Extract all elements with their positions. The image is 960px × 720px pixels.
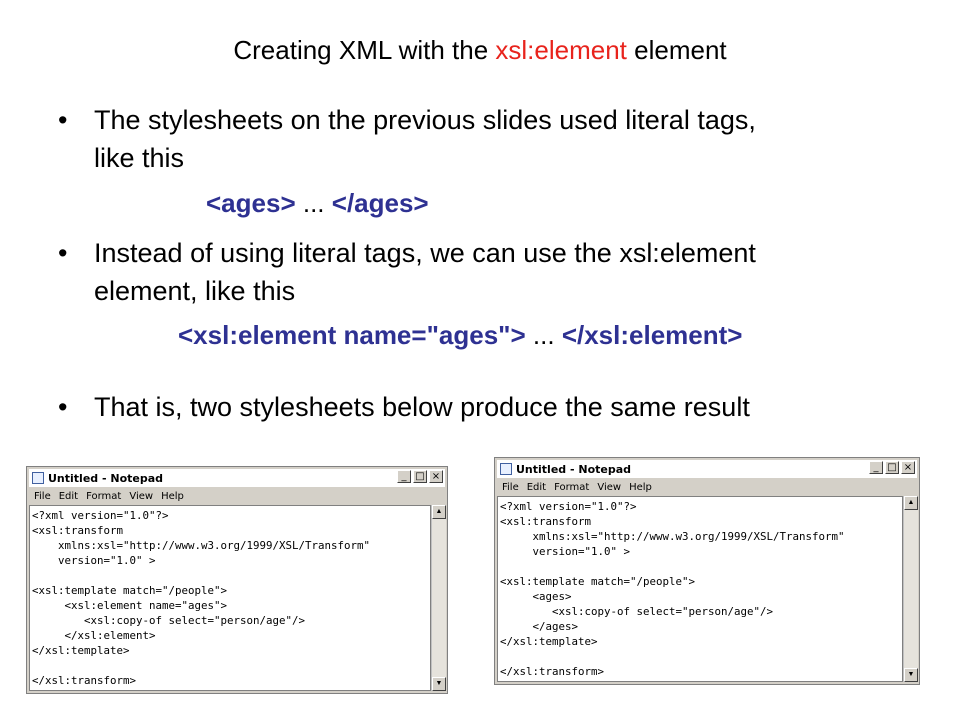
- menu-edit[interactable]: Edit: [527, 482, 546, 493]
- code-1-ellipsis: ...: [295, 188, 332, 218]
- title-suffix: element: [626, 35, 727, 65]
- close-button[interactable]: ×: [901, 461, 915, 474]
- scroll-up-icon[interactable]: ▲: [432, 505, 446, 519]
- notepad-icon: [500, 463, 512, 475]
- slide-title: Creating XML with the xsl:element elemen…: [0, 35, 960, 66]
- title-prefix: Creating XML with the: [233, 35, 496, 65]
- notepad-icon: [32, 472, 44, 484]
- bullet-1-line-2: like this: [94, 143, 185, 173]
- title-bar[interactable]: Untitled - Notepad _ □ ×: [29, 469, 445, 487]
- close-button[interactable]: ×: [429, 470, 443, 483]
- menu-bar: File Edit Format View Help: [497, 479, 917, 496]
- code-1-open-tag: <ages>: [206, 188, 296, 218]
- bullet-1-line-1: The stylesheets on the previous slides u…: [94, 105, 756, 135]
- minimize-button[interactable]: _: [397, 470, 411, 483]
- scroll-up-icon[interactable]: ▲: [904, 496, 918, 510]
- bullet-3: • That is, two stylesheets below produce…: [58, 390, 938, 426]
- title-bar[interactable]: Untitled - Notepad _ □ ×: [497, 460, 917, 478]
- bullet-dot: •: [58, 238, 68, 268]
- bullet-2: • Instead of using literal tags, we can …: [58, 236, 938, 306]
- notepad-window-right: Untitled - Notepad _ □ × File Edit Forma…: [494, 457, 920, 685]
- text-editor-area[interactable]: <?xml version="1.0"?> <xsl:transform xml…: [497, 496, 903, 682]
- scroll-down-icon[interactable]: ▼: [432, 677, 446, 691]
- stylesheet-code: <?xml version="1.0"?> <xsl:transform xml…: [500, 500, 845, 678]
- menu-bar: File Edit Format View Help: [29, 488, 445, 505]
- window-title: Untitled - Notepad: [516, 462, 632, 476]
- menu-help[interactable]: Help: [629, 482, 652, 493]
- menu-file[interactable]: File: [34, 491, 51, 502]
- minimize-button[interactable]: _: [869, 461, 883, 474]
- vertical-scrollbar[interactable]: ▲ ▼: [431, 505, 446, 691]
- menu-help[interactable]: Help: [161, 491, 184, 502]
- menu-format[interactable]: Format: [554, 482, 589, 493]
- scroll-down-icon[interactable]: ▼: [904, 668, 918, 682]
- code-2-ellipsis: ...: [525, 320, 562, 350]
- code-example-xsl-element: <xsl:element name="ages"> ... </xsl:elem…: [178, 320, 742, 351]
- title-highlight: xsl:element: [495, 35, 627, 65]
- bullet-2-line-1: Instead of using literal tags, we can us…: [94, 238, 756, 268]
- window-title: Untitled - Notepad: [48, 471, 164, 485]
- vertical-scrollbar[interactable]: ▲ ▼: [903, 496, 918, 682]
- window-controls: _ □ ×: [397, 470, 443, 483]
- code-example-ages: <ages> ... </ages>: [206, 188, 429, 219]
- code-2-open-tag: <xsl:element name="ages">: [178, 320, 526, 350]
- code-2-close-tag: </xsl:element>: [561, 320, 743, 350]
- bullet-1: • The stylesheets on the previous slides…: [58, 103, 938, 173]
- maximize-button[interactable]: □: [885, 461, 899, 474]
- maximize-button[interactable]: □: [413, 470, 427, 483]
- window-controls: _ □ ×: [869, 461, 915, 474]
- menu-edit[interactable]: Edit: [59, 491, 78, 502]
- text-editor-area[interactable]: <?xml version="1.0"?> <xsl:transform xml…: [29, 505, 431, 691]
- notepad-window-left: Untitled - Notepad _ □ × File Edit Forma…: [26, 466, 448, 694]
- stylesheet-code: <?xml version="1.0"?> <xsl:transform xml…: [32, 509, 371, 687]
- bullet-dot: •: [58, 392, 68, 422]
- menu-view[interactable]: View: [129, 491, 153, 502]
- menu-file[interactable]: File: [502, 482, 519, 493]
- menu-format[interactable]: Format: [86, 491, 121, 502]
- bullet-3-text: That is, two stylesheets below produce t…: [94, 392, 750, 422]
- bullet-dot: •: [58, 105, 68, 135]
- menu-view[interactable]: View: [597, 482, 621, 493]
- code-1-close-tag: </ages>: [331, 188, 429, 218]
- bullet-2-line-2: element, like this: [94, 276, 296, 306]
